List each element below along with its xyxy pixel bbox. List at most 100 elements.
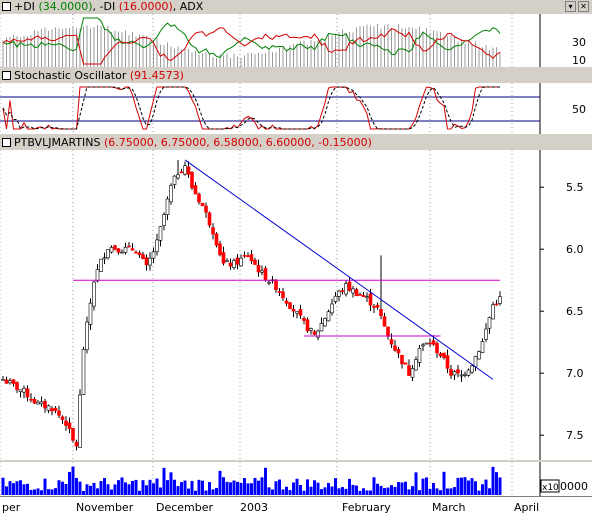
adx-titlebar: +DI (34.0000), -DI (16.0000), ADX ▾ ✕ — [0, 0, 592, 14]
volume-bar — [285, 486, 288, 495]
candle-body — [85, 321, 89, 351]
volume-bar — [197, 479, 201, 495]
adx-pane: +DI (34.0000), -DI (16.0000), ADX ▾ ✕ 30… — [0, 0, 592, 67]
candle-body — [452, 371, 457, 376]
volume-bar — [411, 486, 414, 495]
candle-body — [218, 243, 222, 256]
volume-bar — [477, 490, 481, 495]
close-button[interactable]: ✕ — [578, 1, 589, 12]
volume-bar — [491, 466, 495, 495]
volume-bar — [12, 483, 15, 495]
candle-body — [102, 257, 107, 260]
volume-bar — [89, 485, 92, 495]
volume-bar — [155, 478, 159, 495]
candle-body — [109, 247, 114, 253]
volume-bar — [187, 488, 190, 495]
price-tick-label: 7.5 — [566, 429, 584, 442]
x-label-december: December — [156, 501, 214, 514]
minimize-button[interactable]: ▾ — [565, 1, 576, 12]
volume-bar — [82, 490, 85, 495]
candle-body — [113, 245, 117, 250]
volume-bar — [159, 487, 162, 495]
candle-body — [368, 293, 373, 306]
volume-bar — [456, 477, 460, 495]
candle-body — [375, 304, 380, 308]
volume-bar — [40, 490, 43, 495]
candle-body — [372, 306, 376, 308]
volume-bar — [180, 482, 183, 495]
volume-bar — [355, 485, 358, 495]
candle-body — [81, 349, 86, 395]
volume-bar — [274, 481, 278, 495]
volume-bar — [54, 488, 57, 495]
x-label-november: November — [76, 501, 134, 514]
volume-bar — [362, 488, 365, 495]
volume-bar — [246, 483, 250, 495]
volume-bar — [176, 486, 180, 495]
volume-bar — [288, 490, 292, 495]
candle-body — [137, 252, 142, 255]
adx-tick-30: 30 — [572, 36, 586, 49]
volume-plot: x10 0000 — [0, 462, 588, 496]
candle-body — [78, 394, 82, 448]
volume-bar — [463, 477, 467, 495]
volume-bar — [495, 472, 498, 495]
volume-bar — [61, 481, 64, 495]
candle-body — [428, 342, 432, 345]
candle-body — [431, 340, 436, 345]
volume-bar — [407, 489, 411, 495]
volume-bar — [446, 488, 449, 495]
volume-bar — [141, 480, 145, 495]
volume-bar — [400, 482, 404, 495]
candle-body — [4, 379, 9, 384]
candle-body — [200, 202, 205, 207]
candle-body — [144, 257, 149, 266]
candle-body — [39, 401, 44, 405]
volume-bar — [26, 483, 29, 495]
candle-body — [456, 369, 460, 374]
volume-bar — [264, 467, 267, 495]
candle-body — [155, 239, 159, 252]
volume-bar — [117, 480, 120, 495]
candle-body — [340, 290, 345, 292]
volume-bar — [379, 485, 383, 495]
candle-body — [235, 257, 240, 265]
volume-bar — [50, 489, 54, 495]
volume-bar — [393, 486, 397, 495]
volume-bar — [292, 482, 295, 495]
volume-bar — [75, 477, 78, 495]
adx-minus-di-value: (16.0000) — [118, 0, 173, 13]
volume-bar — [358, 490, 362, 495]
x-label-march: March — [432, 501, 466, 514]
volume-bar — [428, 488, 432, 495]
candle-body — [295, 311, 299, 314]
volume-bar — [8, 481, 12, 495]
candle-body — [407, 365, 411, 376]
candle-body — [127, 245, 131, 248]
volume-bar — [229, 482, 232, 495]
volume-bar — [68, 471, 71, 495]
candle-body — [225, 260, 229, 263]
candle-body — [421, 344, 425, 347]
candle-body — [242, 255, 247, 257]
candle-body — [466, 369, 471, 376]
candle-body — [291, 308, 296, 312]
volume-bar — [383, 488, 386, 495]
pane-menu-icon[interactable] — [2, 2, 11, 11]
pane-menu-icon[interactable] — [2, 71, 11, 80]
volume-bar — [169, 472, 173, 495]
candle-body — [414, 359, 418, 371]
candle-body — [123, 246, 128, 253]
price-plot: 7.5 7.0 6.5 6.0 5.5 — [0, 150, 584, 460]
candle-body — [267, 281, 271, 284]
candle-body — [50, 408, 54, 412]
volume-bar — [372, 477, 376, 495]
volume-bar — [365, 490, 369, 495]
volume-bar — [19, 480, 22, 495]
x-label-april: April — [514, 501, 540, 514]
candle-body — [445, 355, 450, 369]
volume-bar — [390, 485, 393, 495]
volume-bar — [78, 481, 82, 495]
pane-menu-icon[interactable] — [2, 138, 11, 147]
volume-bar — [498, 477, 502, 495]
